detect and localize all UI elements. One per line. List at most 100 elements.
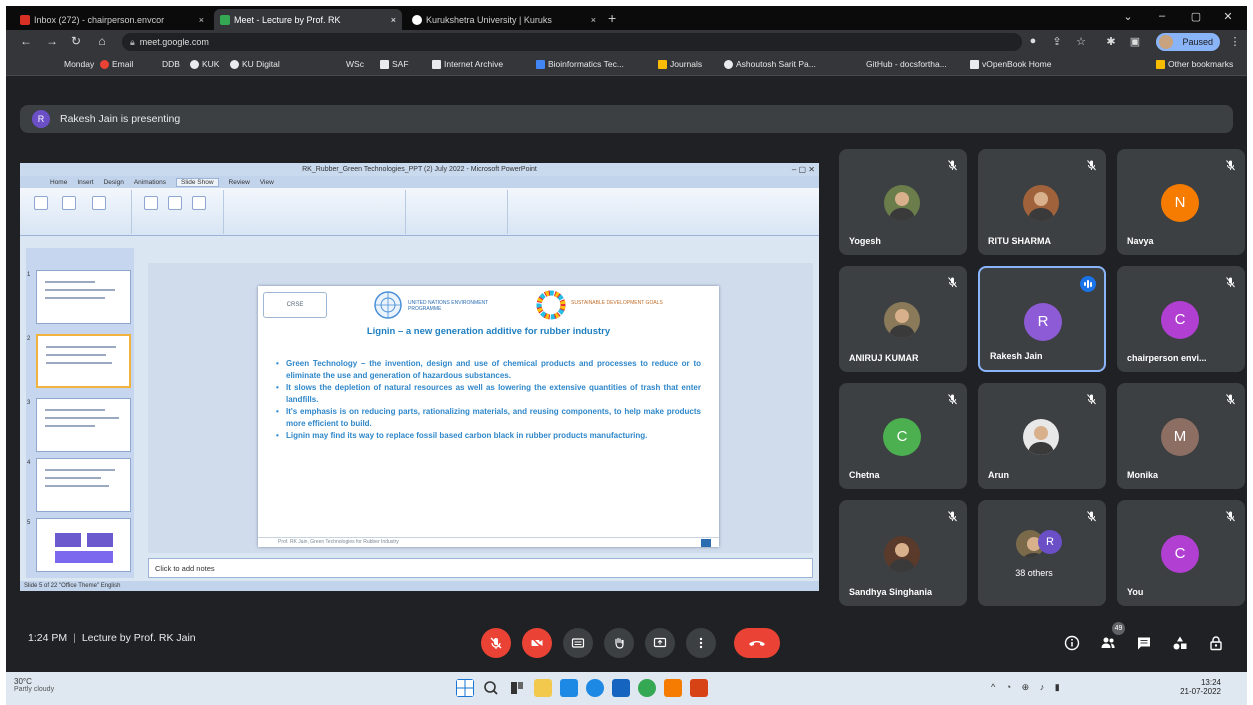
store-icon[interactable] <box>612 679 630 697</box>
sdg-wheel-icon <box>536 290 566 320</box>
avatar <box>884 536 920 572</box>
office-icon[interactable] <box>664 679 682 697</box>
book-icon <box>970 59 979 69</box>
more-options-button[interactable] <box>686 628 716 658</box>
bookmark-item[interactable]: vOpenBook Home <box>970 59 1051 69</box>
profile-button[interactable]: Paused <box>1156 33 1220 51</box>
bookmark-item[interactable]: Journals <box>658 59 702 69</box>
slide-number: 5 <box>27 520 31 526</box>
participant-tile[interactable]: N Navya <box>1117 149 1245 255</box>
participant-tile[interactable]: Yogesh <box>839 149 967 255</box>
participant-tile[interactable]: Sandhya Singhania <box>839 500 967 606</box>
ribbon-tab: Review <box>228 178 250 186</box>
participant-tile[interactable]: RITU SHARMA <box>978 149 1106 255</box>
mic-muted-icon <box>1085 392 1097 406</box>
slide-thumbnail <box>36 334 131 388</box>
ribbon-tab: Design <box>103 178 124 186</box>
menu-icon[interactable]: ⋮ <box>1228 35 1242 49</box>
bookmark-item[interactable]: Monday <box>64 59 94 69</box>
weather-widget[interactable]: 30°C Partly cloudy <box>14 677 54 693</box>
bookmark-item[interactable]: WSc <box>346 59 364 69</box>
windows-icon[interactable] <box>456 679 474 697</box>
mic-toggle-button[interactable] <box>481 628 511 658</box>
camera-icon[interactable]: ● <box>1026 35 1040 49</box>
home-icon[interactable]: ⌂ <box>94 34 110 48</box>
chat-button[interactable] <box>1135 634 1153 652</box>
ribbon-tab: Slide Show <box>176 177 219 187</box>
task-view-icon[interactable] <box>508 679 526 697</box>
sidebar-icon[interactable]: ▣ <box>1128 35 1142 49</box>
participant-tile[interactable]: C Chetna <box>839 383 967 489</box>
slide-bullets: Green Technology – the invention, design… <box>276 358 701 442</box>
bookmark-item[interactable]: SAF <box>380 59 409 69</box>
tab-kurukshetra[interactable]: Kurukshetra University | Kuruks × <box>406 9 602 30</box>
bookmark-item[interactable]: KUK <box>190 59 219 69</box>
present-button[interactable] <box>645 628 675 658</box>
tab-search-icon[interactable]: ⌄ <box>1118 10 1138 23</box>
participant-tile[interactable]: Arun <box>978 383 1106 489</box>
search-icon[interactable] <box>482 679 500 697</box>
close-tab-icon[interactable]: × <box>199 15 204 25</box>
participant-tile[interactable]: Cchairperson envi... <box>1117 266 1245 372</box>
bookmark-item[interactable]: Email <box>100 59 133 69</box>
mic-muted-icon <box>1224 392 1236 406</box>
participant-name: 38 others <box>1015 568 1053 578</box>
participant-tile[interactable]: R Rakesh Jain <box>978 266 1106 372</box>
participant-tile[interactable]: R 38 others <box>978 500 1106 606</box>
bookmark-item[interactable]: Ashoutosh Sarit Pa... <box>724 59 816 69</box>
ribbon-button-icon <box>34 196 48 210</box>
chrome-icon[interactable] <box>638 679 656 697</box>
participant-tile[interactable]: ANIRUJ KUMAR <box>839 266 967 372</box>
raise-hand-button[interactable] <box>604 628 634 658</box>
bookmark-item[interactable]: GitHub - docsfortha... <box>866 59 947 69</box>
powerpoint-titlebar: RK_Rubber_Green Technologies_PPT (2) Jul… <box>20 163 819 176</box>
extensions-icon[interactable]: ✱ <box>1104 35 1118 49</box>
close-window-icon[interactable]: ✕ <box>1218 10 1238 23</box>
ribbon-button-icon <box>92 196 106 210</box>
minimize-icon[interactable]: – <box>1152 10 1172 22</box>
participant-name: Monika <box>1127 470 1159 480</box>
window-controls-icon: – ▢ ✕ <box>791 165 815 174</box>
bookmark-item[interactable]: Internet Archive <box>432 59 503 69</box>
avatar <box>1023 419 1059 455</box>
camera-toggle-button[interactable] <box>522 628 552 658</box>
host-controls-button[interactable] <box>1207 634 1225 652</box>
maximize-icon[interactable]: ▢ <box>1186 10 1206 23</box>
new-tab-button[interactable]: + <box>608 10 616 26</box>
participant-tile[interactable]: C You <box>1117 500 1245 606</box>
bookmark-item[interactable]: KU Digital <box>230 59 280 69</box>
forward-icon[interactable]: → <box>44 34 60 48</box>
reload-icon[interactable]: ↻ <box>68 34 84 48</box>
powerpoint-icon[interactable] <box>690 679 708 697</box>
presenting-banner: R Rakesh Jain is presenting <box>20 105 1233 133</box>
footer-logo-icon <box>701 539 711 547</box>
avatar <box>884 185 920 221</box>
captions-icon <box>571 638 585 648</box>
bookmark-item[interactable]: Other bookmarks <box>1156 59 1233 69</box>
close-tab-icon[interactable]: × <box>391 15 396 25</box>
mail-icon[interactable] <box>560 679 578 697</box>
bookmark-item[interactable]: DDB <box>162 59 180 69</box>
file-explorer-icon[interactable] <box>534 679 552 697</box>
meeting-details-button[interactable] <box>1063 634 1081 652</box>
bookmark-icon <box>536 59 545 69</box>
mic-muted-icon <box>1224 509 1236 523</box>
close-tab-icon[interactable]: × <box>591 15 596 25</box>
avatar <box>1159 35 1173 49</box>
ribbon-tabs: Home Insert Design Animations Slide Show… <box>20 176 819 188</box>
people-button[interactable] <box>1099 634 1117 652</box>
bookmark-star-icon[interactable]: ☆ <box>1074 35 1088 49</box>
share-icon[interactable]: ⇪ <box>1050 35 1064 49</box>
end-call-button[interactable] <box>734 628 780 658</box>
address-bar[interactable]: 🔒︎ meet.google.com <box>122 33 1022 51</box>
edge-icon[interactable] <box>586 679 604 697</box>
captions-button[interactable] <box>563 628 593 658</box>
system-tray[interactable]: ^ ◔ ⊕ ♪ ▮ <box>991 682 1064 693</box>
bookmark-item[interactable]: Bioinformatics Tec... <box>536 59 624 69</box>
back-icon[interactable]: ← <box>18 34 34 48</box>
tab-meet[interactable]: Meet - Lecture by Prof. RK × <box>214 9 402 30</box>
tab-gmail[interactable]: Inbox (272) - chairperson.envcor × <box>14 9 210 30</box>
participant-tile[interactable]: M Monika <box>1117 383 1245 489</box>
activities-button[interactable] <box>1171 634 1189 652</box>
taskbar-clock[interactable]: 13:24 21-07-2022 <box>1161 678 1221 696</box>
